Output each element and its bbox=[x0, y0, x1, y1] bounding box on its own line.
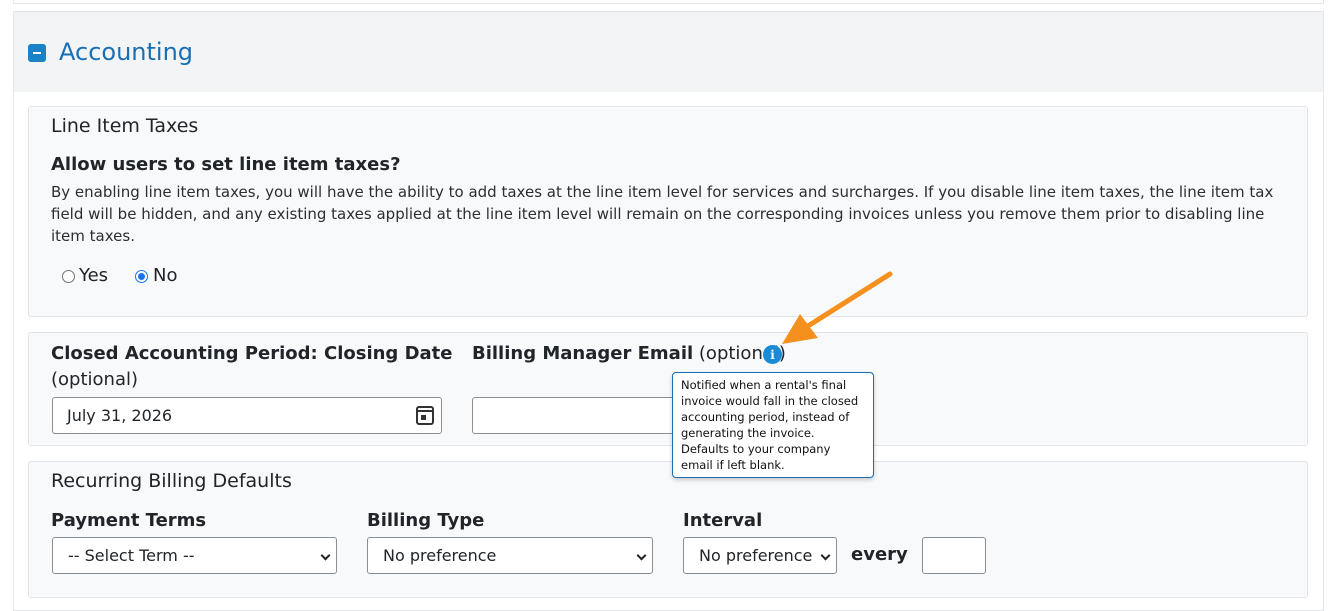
info-tooltip: Notified when a rental's final invoice w… bbox=[672, 372, 874, 478]
line-item-taxes-heading: Line Item Taxes bbox=[51, 115, 199, 137]
annotation-arrow-head bbox=[782, 314, 818, 344]
closing-date-label: Closed Accounting Period: Closing Date bbox=[51, 343, 453, 364]
annotation-arrow bbox=[782, 271, 893, 344]
billing-manager-label: Billing Manager Email (optional) bbox=[472, 343, 786, 364]
closing-date-input[interactable]: July 31, 2026 bbox=[52, 397, 442, 434]
interval-value: No preference bbox=[699, 546, 813, 565]
closing-date-optional: (optional) bbox=[51, 369, 138, 390]
billing-type-select[interactable]: No preference bbox=[367, 537, 653, 574]
closing-date-value: July 31, 2026 bbox=[67, 406, 173, 425]
calendar-icon[interactable] bbox=[416, 406, 434, 425]
interval-label: Interval bbox=[683, 510, 763, 531]
billing-type-label: Billing Type bbox=[367, 510, 485, 531]
radio-no[interactable] bbox=[135, 270, 148, 283]
chevron-down-icon bbox=[320, 550, 331, 561]
radio-no-label[interactable]: No bbox=[153, 265, 177, 286]
payment-terms-select[interactable]: -- Select Term -- bbox=[52, 537, 337, 574]
line-item-taxes-description: By enabling line item taxes, you will ha… bbox=[51, 183, 1274, 245]
collapse-icon[interactable] bbox=[28, 44, 46, 62]
payment-terms-value: -- Select Term -- bbox=[68, 546, 195, 565]
radio-yes[interactable] bbox=[62, 270, 75, 283]
payment-terms-label: Payment Terms bbox=[51, 510, 207, 531]
billing-type-value: No preference bbox=[383, 546, 497, 565]
annotation-arrow-shaft bbox=[805, 271, 893, 329]
every-label: every bbox=[851, 544, 908, 565]
interval-select[interactable]: No preference bbox=[683, 537, 837, 574]
accounting-panel-header[interactable]: Accounting bbox=[14, 12, 1323, 92]
recurring-billing-heading: Recurring Billing Defaults bbox=[51, 470, 292, 492]
panel-title: Accounting bbox=[59, 38, 194, 66]
radio-yes-label[interactable]: Yes bbox=[79, 265, 108, 286]
chevron-down-icon bbox=[820, 550, 831, 561]
previous-panel-edge bbox=[13, 0, 1324, 4]
line-item-taxes-question: Allow users to set line item taxes? bbox=[51, 154, 401, 175]
chevron-down-icon bbox=[636, 550, 647, 561]
interval-every-input[interactable] bbox=[922, 537, 986, 574]
